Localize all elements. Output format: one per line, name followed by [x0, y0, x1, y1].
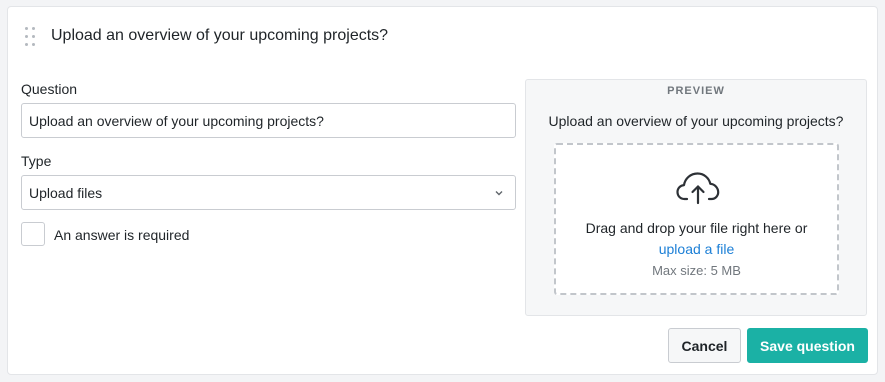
save-question-button[interactable]: Save question	[747, 328, 868, 363]
upload-file-link[interactable]: upload a file	[556, 241, 837, 257]
question-input[interactable]	[21, 103, 516, 138]
type-label: Type	[21, 153, 52, 169]
type-select[interactable]: Upload files	[21, 175, 516, 210]
dropzone-instruction: Drag and drop your file right here or	[585, 220, 808, 236]
question-editor-card: Upload an overview of your upcoming proj…	[7, 6, 878, 375]
drag-handle-icon[interactable]	[24, 27, 36, 49]
question-title: Upload an overview of your upcoming proj…	[51, 27, 389, 44]
chevron-down-icon	[495, 191, 503, 196]
preview-panel: PREVIEW Upload an overview of your upcom…	[525, 79, 867, 316]
file-dropzone[interactable]: Drag and drop your file right here or up…	[554, 143, 839, 295]
question-header: Upload an overview of your upcoming proj…	[8, 7, 877, 65]
max-size-hint: Max size: 5 MB	[652, 263, 741, 278]
required-checkbox[interactable]	[21, 222, 45, 246]
preview-question: Upload an overview of your upcoming proj…	[548, 113, 844, 129]
type-select-value: Upload files	[29, 185, 103, 201]
cloud-upload-icon	[676, 172, 720, 205]
question-label: Question	[21, 81, 78, 97]
preview-heading: PREVIEW	[667, 85, 725, 97]
required-checkbox-label: An answer is required	[54, 227, 190, 243]
cancel-button[interactable]: Cancel	[668, 328, 741, 363]
